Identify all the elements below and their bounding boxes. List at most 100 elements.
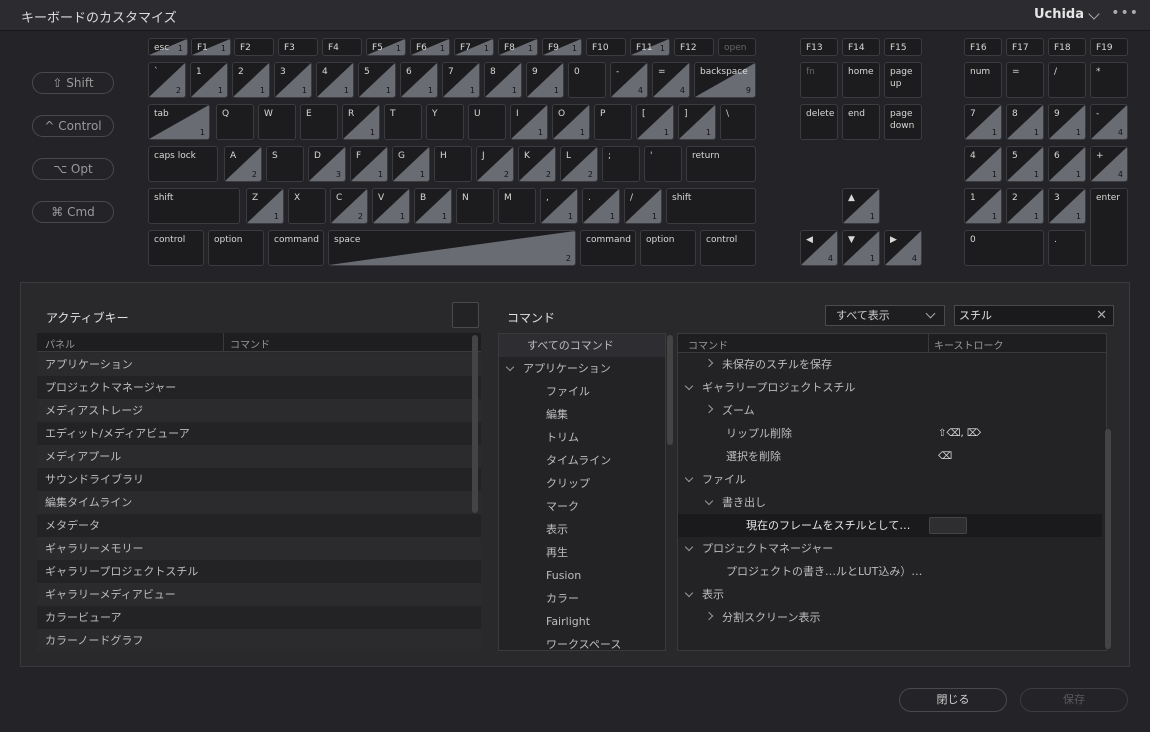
keyboard-key[interactable]: 1Z — [246, 188, 284, 224]
keyboard-key[interactable]: page up — [884, 62, 922, 98]
keyboard-key[interactable]: 1 F7 — [454, 38, 494, 56]
keyboard-key[interactable]: 0 — [964, 230, 1044, 266]
chevron-down-icon[interactable] — [684, 381, 694, 391]
modifier-button[interactable]: ⇧ Shift — [32, 72, 114, 94]
keyboard-key[interactable]: 4 = — [652, 62, 690, 98]
tree-item[interactable]: 表示 — [499, 518, 665, 541]
keyboard-key[interactable]: E — [300, 104, 338, 140]
keyboard-key[interactable]: F16 — [964, 38, 1002, 56]
keyboard-key[interactable]: 1 F8 — [498, 38, 538, 56]
keyboard-key[interactable]: 18 — [484, 62, 522, 98]
keyboard-key[interactable]: 12 — [232, 62, 270, 98]
keyboard-key[interactable]: 2 ` — [148, 62, 186, 98]
active-key-row[interactable]: ギャラリープロジェクトスチル — [37, 560, 481, 583]
keyboard-key[interactable]: 0 — [568, 62, 606, 98]
keyboard-key[interactable]: 17 — [964, 104, 1002, 140]
keyboard-key[interactable]: 2K — [518, 146, 556, 182]
keyboard-key[interactable]: enter — [1090, 188, 1128, 266]
command-row[interactable]: ズーム — [678, 399, 1102, 422]
keyboard-key[interactable]: M — [498, 188, 536, 224]
keyboard-key[interactable]: P — [594, 104, 632, 140]
keyboard-key[interactable]: 1/ — [624, 188, 662, 224]
keyboard-key[interactable]: 1F — [350, 146, 388, 182]
command-row[interactable]: 分割スクリーン表示 — [678, 606, 1102, 629]
keyboard-key[interactable]: home — [842, 62, 880, 98]
keyboard-key[interactable]: 15 — [1006, 146, 1044, 182]
command-row[interactable]: ファイル — [678, 468, 1102, 491]
keyboard-key[interactable]: H — [434, 146, 472, 182]
keyboard-key[interactable]: ' — [644, 146, 682, 182]
tree-item[interactable]: タイムライン — [499, 449, 665, 472]
keystroke-value[interactable]: ⌫ — [938, 445, 952, 468]
keyboard-key[interactable]: Q — [216, 104, 254, 140]
keyboard-key[interactable]: 16 — [400, 62, 438, 98]
keyboard-key[interactable]: \ — [720, 104, 756, 140]
keyboard-key[interactable]: X — [288, 188, 326, 224]
keyboard-key[interactable]: 3D — [308, 146, 346, 182]
keyboard-key[interactable]: 2C — [330, 188, 368, 224]
keyboard-key[interactable]: 1O — [552, 104, 590, 140]
keyboard-key[interactable]: F13 — [800, 38, 838, 56]
keyboard-key[interactable]: 2L — [560, 146, 598, 182]
chevron-down-icon[interactable] — [704, 496, 714, 506]
tree-item[interactable]: トリム — [499, 426, 665, 449]
keyboard-key[interactable]: return — [686, 146, 756, 182]
active-key-row[interactable]: 編集タイムライン — [37, 491, 481, 514]
tree-scrollbar[interactable] — [667, 335, 673, 445]
command-row[interactable]: 表示 — [678, 583, 1102, 606]
command-row[interactable]: 書き出し — [678, 491, 1102, 514]
command-row[interactable]: リップル削除 ⇧⌫, ⌦ — [678, 422, 1102, 445]
command-row[interactable]: 選択を削除 ⌫ — [678, 445, 1102, 468]
active-key-row[interactable]: メディアプール — [37, 445, 481, 468]
tree-item[interactable]: すべてのコマンド — [499, 334, 665, 357]
chevron-right-icon[interactable] — [704, 358, 714, 368]
keyboard-key[interactable]: delete — [800, 104, 838, 140]
command-row[interactable]: プロジェクトマネージャー — [678, 537, 1102, 560]
keyboard-key[interactable]: 1 F9 — [542, 38, 582, 56]
keyboard-key[interactable]: open — [718, 38, 756, 56]
keyboard-key[interactable]: 2J — [476, 146, 514, 182]
chevron-down-icon[interactable] — [505, 362, 515, 372]
chevron-down-icon[interactable] — [684, 542, 694, 552]
chevron-right-icon[interactable] — [704, 611, 714, 621]
command-row[interactable]: プロジェクトの書き…ルとLUT込み）… — [678, 560, 1102, 583]
keyboard-key[interactable]: U — [468, 104, 506, 140]
keyboard-key[interactable]: F17 — [1006, 38, 1044, 56]
keyboard-key[interactable]: 13 — [274, 62, 312, 98]
keyboard-key[interactable]: / — [1048, 62, 1086, 98]
keyboard-key[interactable]: T — [384, 104, 422, 140]
keyboard-key[interactable]: 14 — [964, 146, 1002, 182]
chevron-down-icon[interactable] — [684, 473, 694, 483]
keyboard-key[interactable]: 1 tab — [148, 104, 210, 140]
chevron-right-icon[interactable] — [704, 404, 714, 414]
keyboard-key[interactable]: 9 backspace — [694, 62, 756, 98]
command-table-scrollbar[interactable] — [1105, 429, 1111, 649]
keyboard-key[interactable]: 11 — [964, 188, 1002, 224]
keyboard-key[interactable]: 1] — [678, 104, 716, 140]
keyboard-key[interactable]: 18 — [1006, 104, 1044, 140]
keyboard-key[interactable]: 14 — [316, 62, 354, 98]
keyboard-key[interactable]: fn — [800, 62, 838, 98]
keyboard-key[interactable]: 1 F6 — [410, 38, 450, 56]
keyboard-key[interactable]: control — [148, 230, 204, 266]
keyboard-key[interactable]: 4 ◀ — [800, 230, 838, 266]
keyboard-key[interactable]: 13 — [1048, 188, 1086, 224]
keyboard-key[interactable]: 1, — [540, 188, 578, 224]
active-key-row[interactable]: メディアストレージ — [37, 399, 481, 422]
tree-item[interactable]: ワークスペース — [499, 633, 665, 650]
active-key-row[interactable]: プロジェクトマネージャー — [37, 376, 481, 399]
keyboard-key[interactable]: 1R — [342, 104, 380, 140]
keyboard-key[interactable]: command — [268, 230, 324, 266]
user-preset-name[interactable]: Uchida — [1034, 7, 1084, 22]
keyboard-key[interactable]: F12 — [674, 38, 714, 56]
active-key-row[interactable]: ギャラリーメディアビュー — [37, 583, 481, 606]
keyboard-key[interactable]: option — [640, 230, 696, 266]
keyboard-key[interactable]: ; — [602, 146, 640, 182]
active-key-row[interactable]: アプリケーション — [37, 353, 481, 376]
keyboard-key[interactable]: 11 — [190, 62, 228, 98]
tree-item[interactable]: マーク — [499, 495, 665, 518]
more-options-icon[interactable]: ••• — [1111, 5, 1139, 21]
keystroke-input[interactable] — [929, 517, 967, 534]
keyboard-key[interactable]: 4 ▶ — [884, 230, 922, 266]
keyboard-key[interactable]: control — [700, 230, 756, 266]
